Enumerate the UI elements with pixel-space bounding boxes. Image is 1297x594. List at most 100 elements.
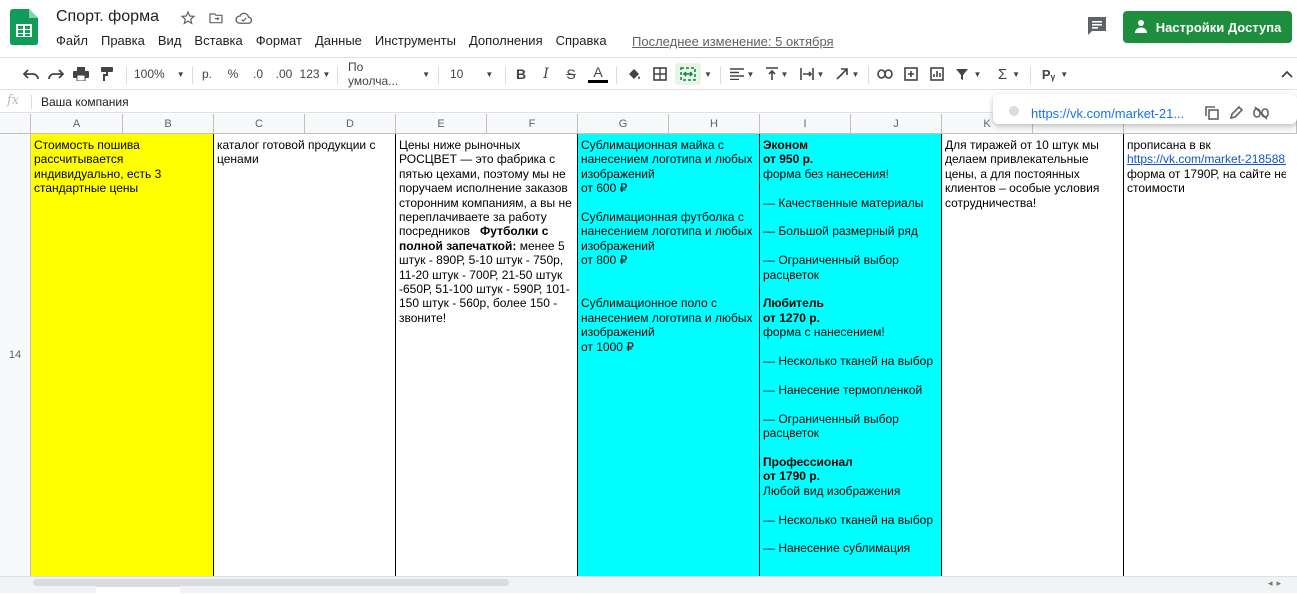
- toolbar-divider: [505, 66, 506, 84]
- toolbar-divider: [126, 66, 127, 84]
- menu-format[interactable]: Формат: [256, 33, 308, 48]
- collapse-toolbar-icon[interactable]: [1280, 63, 1294, 85]
- toolbar: 100% ▼ р. % .0 .00 123 ▼ По умолча... ▼ 10 ▼…: [0, 57, 1297, 90]
- toolbar-divider: [192, 66, 193, 84]
- vertical-align-icon[interactable]: ▼: [762, 63, 792, 85]
- star-icon[interactable]: [178, 8, 198, 28]
- zoom-select[interactable]: 100% ▼: [134, 63, 186, 85]
- toolbar-divider: [720, 66, 721, 84]
- cell-ij14[interactable]: Эконом от 950 р. форма без нанесения! — …: [760, 134, 942, 576]
- link-preview-url[interactable]: https://vk.com/market-21...: [1031, 106, 1184, 121]
- column-header-h[interactable]: H: [669, 114, 760, 134]
- cell-cd14[interactable]: каталог готовой продукции с ценами: [214, 134, 396, 576]
- row-header-14[interactable]: 14: [0, 134, 31, 576]
- column-header-c[interactable]: C: [214, 114, 305, 134]
- menu-edit[interactable]: Правка: [101, 33, 151, 48]
- text-color-button[interactable]: A: [588, 63, 608, 83]
- product-price: от 800 ₽: [581, 253, 628, 268]
- tier-feature: — Нанесение термопленкой: [763, 382, 923, 397]
- comments-icon[interactable]: [1085, 14, 1109, 38]
- italic-button[interactable]: I: [537, 63, 555, 85]
- copy-link-icon[interactable]: [1205, 106, 1219, 123]
- filter-icon[interactable]: ▼: [953, 63, 983, 85]
- last-edit-link[interactable]: Последнее изменение: 5 октября: [632, 34, 834, 49]
- menu-file[interactable]: Файл: [56, 33, 94, 48]
- sheets-logo-icon[interactable]: [10, 9, 38, 45]
- cell-gh14[interactable]: Сублимационная майка с нанесением логоти…: [578, 134, 760, 576]
- tier-feature: — Нанесение сублимация: [763, 541, 911, 556]
- menu-view[interactable]: Вид: [158, 33, 188, 48]
- menu-addons[interactable]: Дополнения: [469, 33, 549, 48]
- font-family-select[interactable]: По умолча... ▼: [348, 60, 430, 88]
- favicon-icon: [1009, 106, 1019, 116]
- select-all-corner[interactable]: [0, 114, 31, 134]
- strikethrough-button[interactable]: S: [562, 63, 580, 85]
- cell-ab14[interactable]: Стоимость пошива рассчитывается индивиду…: [31, 134, 214, 576]
- column-header-f[interactable]: F: [487, 114, 578, 134]
- insert-chart-icon[interactable]: [927, 63, 947, 85]
- column-header-j[interactable]: J: [851, 114, 942, 134]
- edit-link-icon[interactable]: [1229, 105, 1244, 123]
- insert-comment-icon[interactable]: [901, 63, 921, 85]
- menu-tools[interactable]: Инструменты: [375, 33, 462, 48]
- column-header-b[interactable]: B: [123, 114, 214, 134]
- remove-link-icon[interactable]: [1253, 106, 1269, 123]
- chevron-down-icon[interactable]: ▼: [702, 63, 714, 85]
- move-folder-icon[interactable]: [206, 8, 226, 28]
- fill-color-icon[interactable]: [624, 63, 644, 85]
- column-header-i[interactable]: I: [760, 114, 851, 134]
- increase-decimal-button[interactable]: .00: [272, 63, 296, 85]
- paint-format-icon[interactable]: [96, 63, 118, 85]
- bottom-bar: ◂▸: [0, 576, 1297, 594]
- tier-name: Любитель: [763, 296, 824, 311]
- cell-text: Для тиражей от 10 штук мы делаем привлек…: [945, 138, 1100, 210]
- formula-input[interactable]: Ваша компания: [41, 95, 129, 109]
- undo-icon[interactable]: [20, 63, 42, 85]
- currency-format-button[interactable]: р.: [198, 63, 216, 85]
- decrease-decimal-button[interactable]: .0: [248, 63, 268, 85]
- menu-help[interactable]: Справка: [556, 33, 613, 48]
- cell-ef14[interactable]: Цены ниже рыночных РОСЦВЕТ — это фабрика…: [396, 134, 578, 576]
- column-header-e[interactable]: E: [396, 114, 487, 134]
- merge-cells-icon[interactable]: [675, 63, 701, 85]
- tier-description: Любой вид изображения: [763, 483, 901, 498]
- document-title[interactable]: Спорт. форма: [56, 8, 159, 26]
- tier-description: форма без нанесения!: [763, 166, 889, 181]
- redo-icon[interactable]: [45, 63, 67, 85]
- tier-name: Профессионал: [763, 454, 853, 469]
- horizontal-scrollbar[interactable]: [33, 579, 509, 586]
- column-header-g[interactable]: G: [578, 114, 669, 134]
- menu-data[interactable]: Данные: [315, 33, 368, 48]
- product-description: Сублимационное поло с нанесением логотип…: [581, 296, 753, 340]
- borders-icon[interactable]: [650, 63, 670, 85]
- font-size-select[interactable]: 10 ▼: [450, 63, 498, 85]
- scroll-arrows-icon[interactable]: ◂▸: [1268, 578, 1285, 589]
- more-formats-select[interactable]: 123 ▼: [299, 63, 331, 85]
- insert-link-icon[interactable]: [875, 63, 895, 85]
- share-button[interactable]: Настройки Доступа: [1123, 11, 1292, 43]
- column-header-d[interactable]: D: [305, 114, 396, 134]
- link-preview-popup: https://vk.com/market-21...: [993, 94, 1297, 124]
- more-formats-label: 123: [299, 67, 320, 81]
- functions-icon[interactable]: Σ ▼: [994, 63, 1024, 85]
- formula-divider: [31, 95, 32, 109]
- horizontal-align-icon[interactable]: ▼: [727, 63, 757, 85]
- toolbar-divider: [868, 66, 869, 84]
- product-description: Сублимационная футболка с нанесением лог…: [581, 210, 753, 253]
- tier-feature: — Качественные материалы: [763, 195, 924, 210]
- cell-k14[interactable]: Для тиражей от 10 штук мы делаем привлек…: [942, 134, 1124, 576]
- vertical-scrollbar[interactable]: [1286, 134, 1297, 576]
- menu-insert[interactable]: Вставка: [194, 33, 248, 48]
- cell-l14[interactable]: прописана в вк https://vk.com/market-218…: [1124, 134, 1297, 576]
- cloud-saved-icon[interactable]: [234, 8, 254, 28]
- text-rotation-icon[interactable]: ▼: [832, 63, 862, 85]
- fx-label: fx: [7, 93, 20, 108]
- bold-button[interactable]: B: [512, 63, 530, 85]
- tier-feature: — Ограниченный выбор расцветок: [763, 411, 899, 441]
- text-wrap-icon[interactable]: ▼: [797, 63, 827, 85]
- vk-market-link[interactable]: https://vk.com/market-21858821: [1127, 152, 1297, 166]
- column-header-a[interactable]: A: [31, 114, 123, 134]
- print-icon[interactable]: [70, 63, 92, 85]
- input-tools-icon[interactable]: Pᵧ ▼: [1038, 63, 1072, 85]
- percent-format-button[interactable]: %: [224, 63, 242, 85]
